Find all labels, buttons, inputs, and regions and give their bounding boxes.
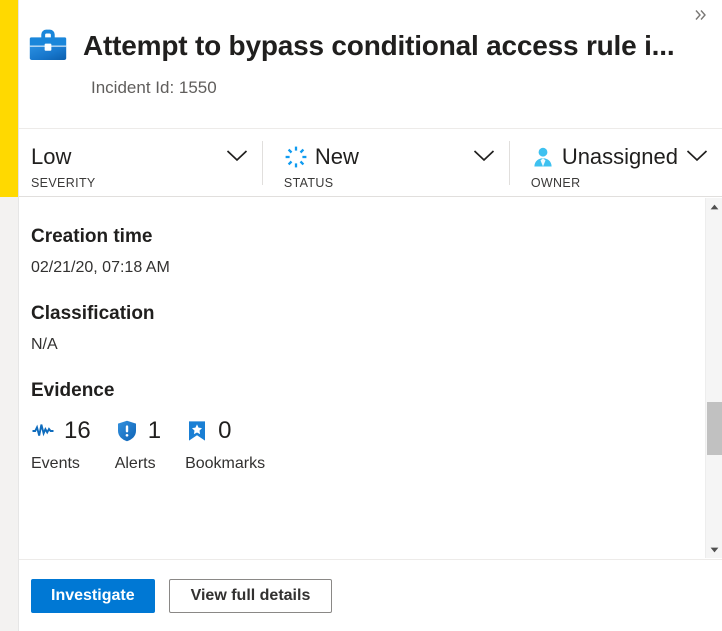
severity-body: Low SEVERITY [31, 144, 218, 191]
chevron-down-icon[interactable] [226, 149, 248, 162]
evidence-row: 16 Events 1 Alerts 0 Bookmarks [31, 416, 722, 473]
severity-label: SEVERITY [31, 176, 96, 191]
evidence-label: Evidence [31, 379, 115, 401]
investigate-button[interactable]: Investigate [31, 578, 155, 613]
shield-alert-icon [117, 421, 136, 442]
view-full-details-button[interactable]: View full details [168, 578, 333, 613]
evidence-name: Alerts [114, 455, 156, 473]
scrollbar-thumb[interactable] [707, 402, 722, 455]
evidence-name: Bookmarks [185, 455, 266, 473]
owner-value-row: Unassigned [531, 144, 678, 169]
page-title: Attempt to bypass conditional access rul… [83, 29, 675, 61]
field-label: Classification [31, 302, 155, 324]
chevron-down-icon[interactable] [473, 149, 495, 162]
chevron-down-icon[interactable] [686, 149, 708, 162]
field-creation-time: Creation time 02/21/20, 07:18 AM [31, 226, 722, 277]
owner-dropdown[interactable]: Unassigned OWNER [508, 129, 722, 191]
evidence-count: 0 [218, 417, 232, 445]
evidence-count: 1 [147, 417, 162, 445]
status-label: STATUS [283, 176, 334, 191]
incident-header: Attempt to bypass conditional access rul… [19, 0, 722, 98]
incident-preview-panel: Attempt to bypass conditional access rul… [0, 0, 722, 631]
field-value: N/A [31, 335, 58, 353]
severity-color-bar [0, 0, 18, 197]
scroll-up-arrow-icon [710, 204, 718, 209]
field-label: Creation time [31, 226, 153, 247]
severity-dropdown[interactable]: Low SEVERITY [19, 129, 262, 190]
scroll-down-arrow-icon [710, 547, 718, 552]
pulse-waveform-icon [32, 424, 54, 437]
status-new-spinner-icon [285, 146, 307, 168]
severity-value: Low [31, 144, 72, 169]
status-dropdown[interactable]: New STATUS [261, 129, 509, 191]
evidence-top: 16 [31, 416, 91, 446]
evidence-top: 1 [115, 416, 161, 446]
field-classification: Classification N/A [31, 303, 722, 354]
incident-card: Attempt to bypass conditional access rul… [18, 0, 722, 631]
status-value-row: New [284, 144, 465, 169]
scroll-down-button[interactable] [706, 541, 722, 558]
scroll-up-button[interactable] [706, 198, 722, 215]
owner-value: Unassigned [561, 144, 678, 169]
owner-body: Unassigned OWNER [530, 144, 678, 191]
incident-meta-row: Low SEVERITY New STATUS Unassigned OWNER [19, 128, 722, 197]
field-value: 02/21/20, 07:18 AM [31, 258, 170, 276]
evidence-top: 0 [185, 416, 265, 446]
incident-detail-body: Creation time 02/21/20, 07:18 AM Classif… [19, 198, 722, 558]
incident-actions-footer: Investigate View full details [19, 559, 722, 631]
briefcase-icon [29, 29, 67, 60]
evidence-tile-alerts[interactable]: 1 Alerts [115, 416, 161, 473]
owner-label: OWNER [530, 176, 581, 191]
evidence-tile-bookmarks[interactable]: 0 Bookmarks [185, 416, 265, 473]
evidence-name: Events [31, 455, 80, 473]
bookmark-star-icon [189, 421, 206, 441]
incident-id-label: Incident Id: 1550 [91, 78, 217, 97]
status-value: New [314, 144, 359, 169]
evidence-tile-events[interactable]: 16 Events [31, 416, 91, 473]
field-evidence: Evidence 16 Events 1 Alerts 0 Bookmarks [31, 380, 722, 474]
status-body: New STATUS [283, 144, 465, 191]
evidence-count: 16 [64, 417, 91, 445]
person-icon [534, 147, 552, 167]
title-row: Attempt to bypass conditional access rul… [25, 22, 696, 68]
detail-scrollbar[interactable] [705, 198, 722, 558]
